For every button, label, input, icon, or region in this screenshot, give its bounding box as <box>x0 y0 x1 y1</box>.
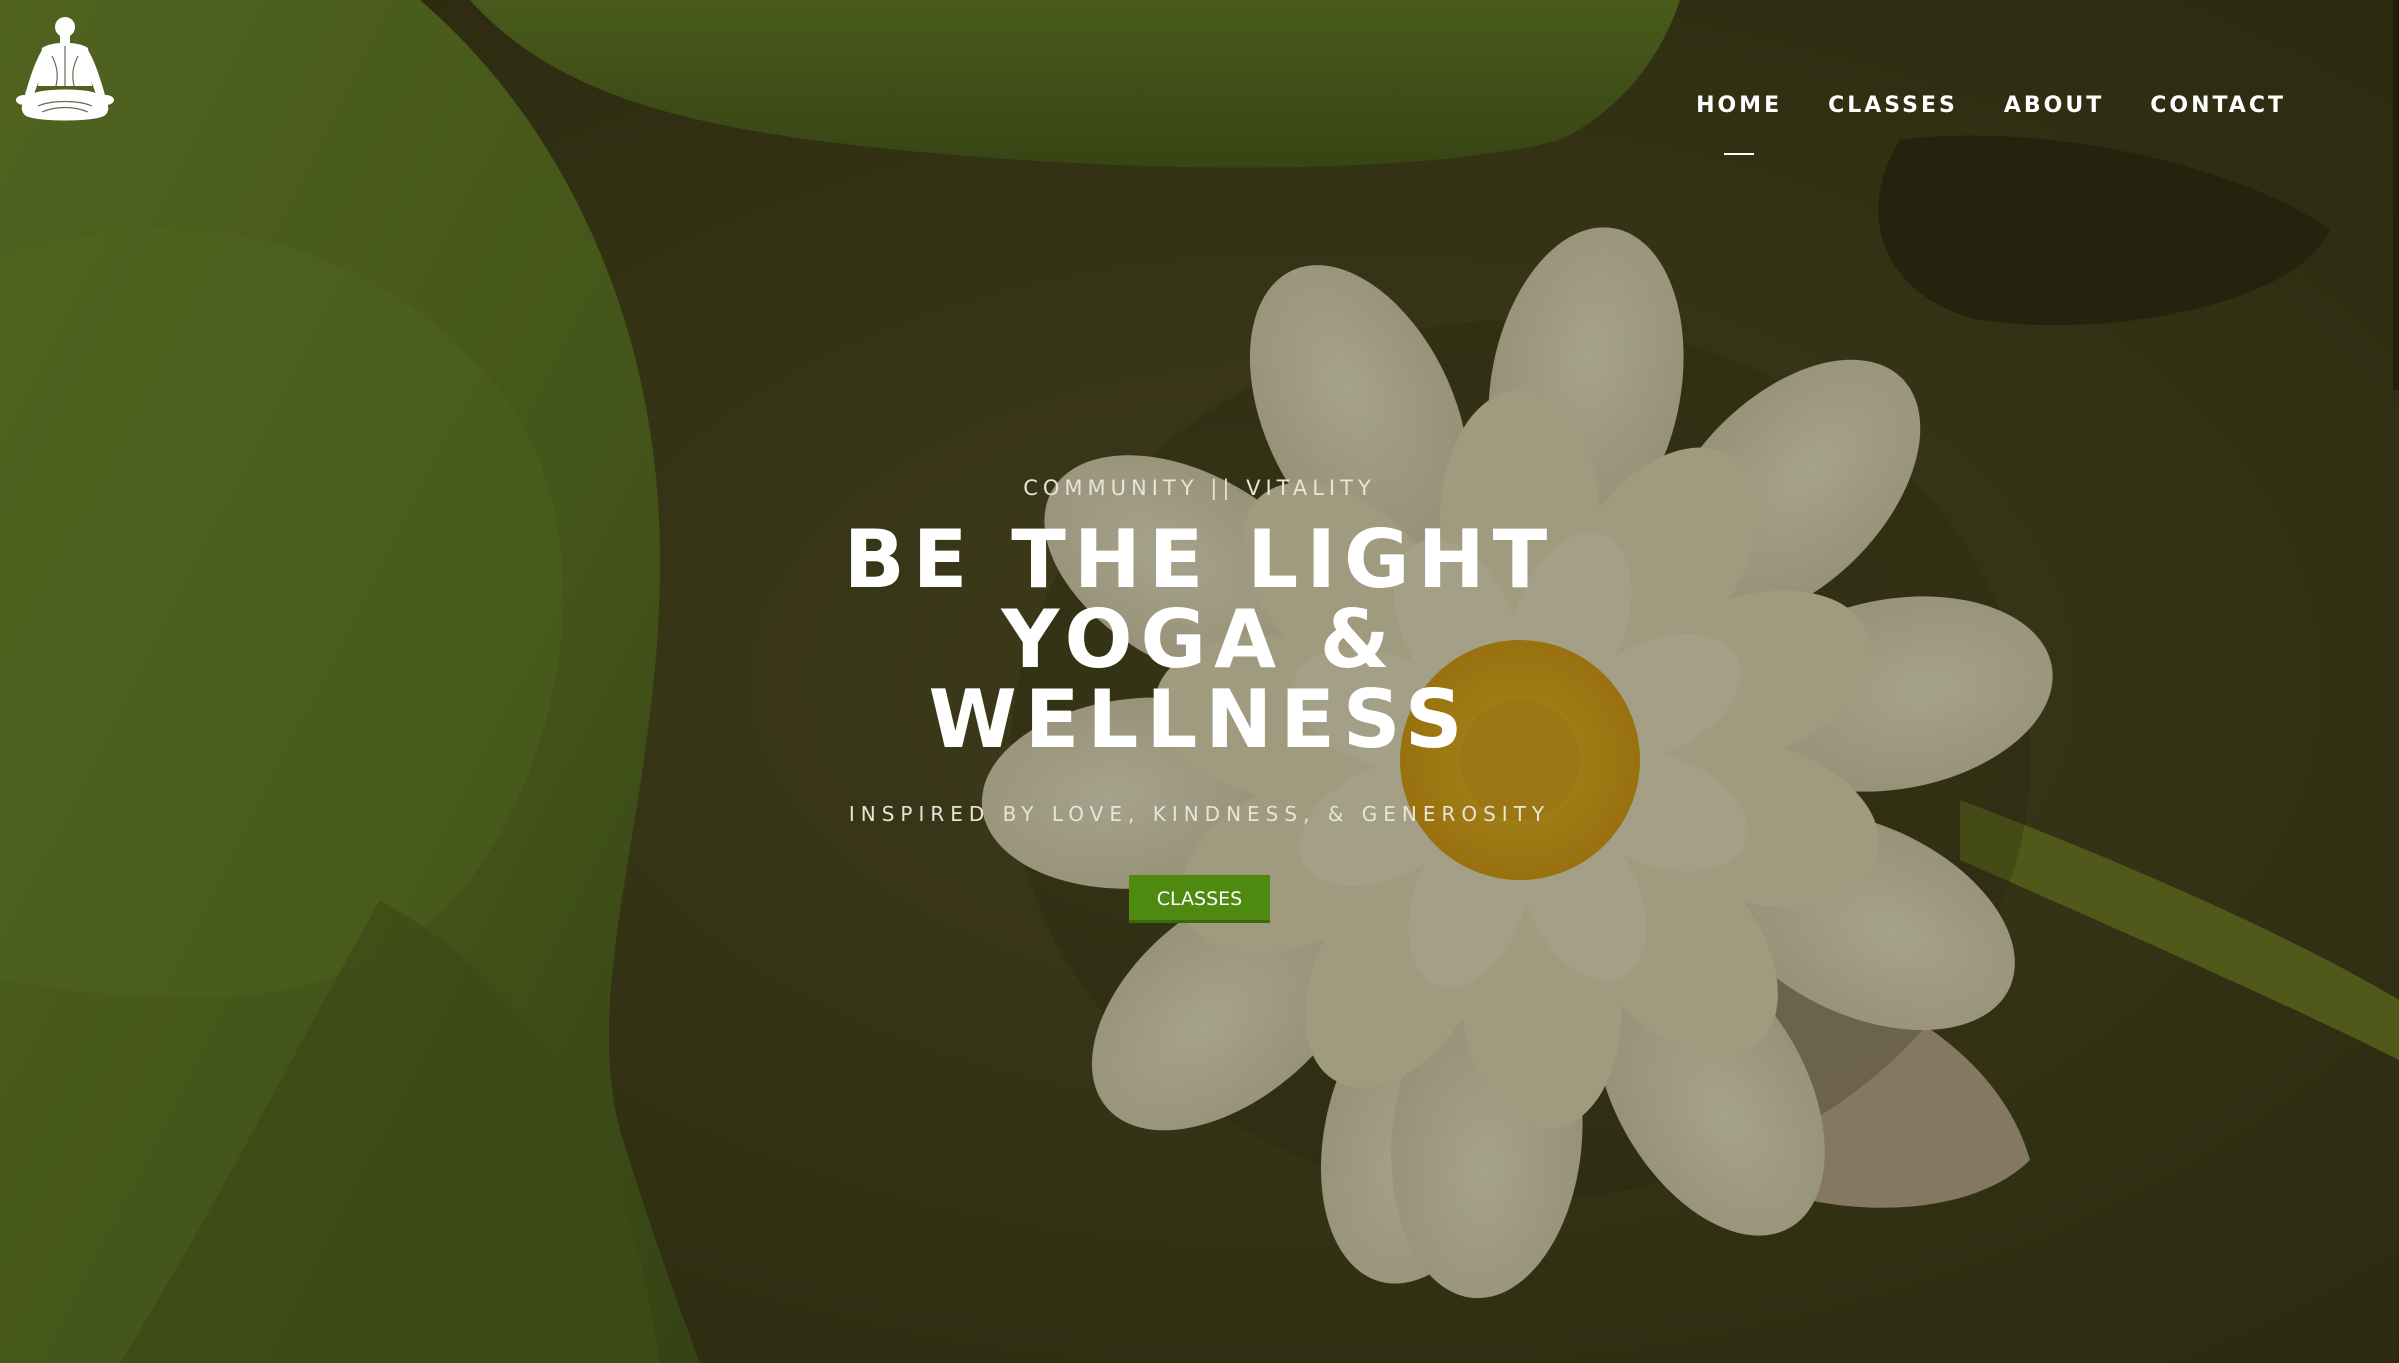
classes-button[interactable]: CLASSES <box>1129 875 1270 923</box>
nav-item-label: ABOUT <box>2003 93 2105 118</box>
hero-kicker: COMMUNITY || VITALITY <box>1023 476 1376 500</box>
active-indicator <box>1724 153 1755 155</box>
nav-item-contact[interactable]: CONTACT <box>2127 88 2309 124</box>
nav-item-label: CONTACT <box>2150 93 2286 118</box>
main-navigation: HOME CLASSES ABOUT CONTACT <box>1673 88 2309 155</box>
hero-headline: BE THE LIGHT YOGA & WELLNESS <box>0 520 2399 760</box>
headline-line: BE THE LIGHT <box>843 513 1556 606</box>
scrollbar[interactable] <box>2393 0 2399 390</box>
hero-tagline: INSPIRED BY LOVE, KINDNESS, & GENEROSITY <box>848 802 1551 826</box>
nav-item-classes[interactable]: CLASSES <box>1805 88 1981 124</box>
headline-line: YOGA & <box>1001 593 1398 686</box>
nav-item-home[interactable]: HOME <box>1673 88 1805 155</box>
meditation-figure-icon[interactable] <box>12 16 118 124</box>
page: HOME CLASSES ABOUT CONTACT COMMUNITY || … <box>0 0 2399 1363</box>
nav-item-about[interactable]: ABOUT <box>1981 88 2127 124</box>
nav-item-label: CLASSES <box>1828 93 1958 118</box>
headline-line: WELLNESS <box>928 673 1471 766</box>
nav-item-label: HOME <box>1696 93 1783 118</box>
